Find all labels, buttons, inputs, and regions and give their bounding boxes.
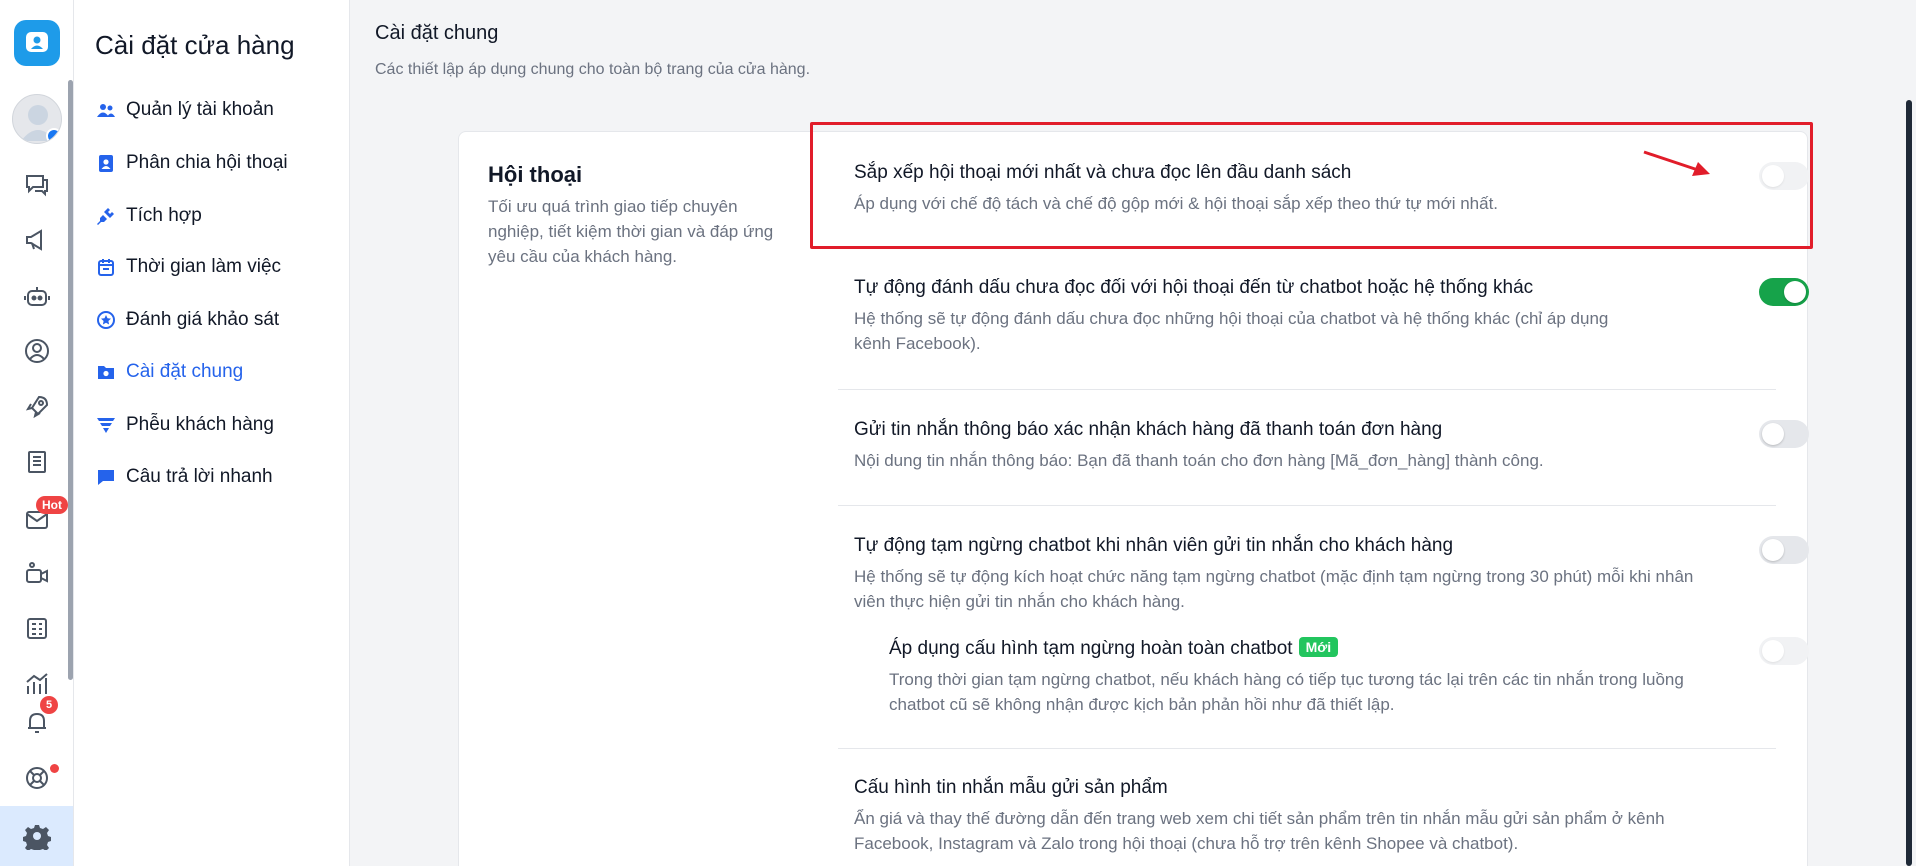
page-title: Cài đặt chung: [375, 22, 499, 44]
plug-icon: [95, 205, 117, 227]
setting-description: Hệ thống sẽ tự động đánh dấu chưa đọc nh…: [854, 309, 1609, 353]
page-scrollbar[interactable]: [1906, 100, 1912, 866]
section-intro: Hội thoại Tối ưu quá trình giao tiếp chu…: [488, 162, 808, 269]
toggle-auto-mark-unread[interactable]: [1759, 278, 1809, 306]
app-logo-icon[interactable]: [14, 20, 60, 66]
notification-count-badge: 5: [40, 696, 58, 714]
toggle-full-pause-chatbot[interactable]: [1759, 637, 1809, 665]
page-subtitle: Các thiết lập áp dụng chung cho toàn bộ …: [375, 61, 811, 78]
user-circle-icon[interactable]: [19, 333, 55, 369]
rocket-icon[interactable]: [19, 389, 55, 425]
setting-auto-pause-chatbot: Tự động tạm ngừng chatbot khi nhân viên …: [854, 535, 1774, 614]
sidebar-item-conversation-assignment[interactable]: Phân chia hội thoại: [95, 148, 288, 178]
sidebar-item-label: Câu trả lời nhanh: [126, 466, 273, 487]
toggle-auto-pause-chatbot[interactable]: [1759, 536, 1809, 564]
megaphone-icon[interactable]: [19, 222, 55, 258]
setting-full-pause-chatbot: Áp dụng cấu hình tạm ngừng hoàn toàn cha…: [889, 637, 1769, 717]
hot-badge: Hot: [36, 496, 68, 514]
chat-icon[interactable]: [19, 167, 55, 203]
facebook-icon: [46, 128, 61, 143]
sidebar-item-working-hours[interactable]: Thời gian làm việc: [95, 252, 281, 282]
highlight-box: [810, 122, 1813, 249]
setting-auto-mark-unread: Tự động đánh dấu chưa đọc đối với hội th…: [854, 277, 1774, 356]
sidebar-item-survey-rating[interactable]: Đánh giá khảo sát: [95, 305, 279, 335]
rail-scrollbar[interactable]: [68, 80, 73, 680]
settings-folder-icon: [95, 361, 117, 383]
calendar-icon: [95, 256, 117, 278]
divider: [838, 748, 1776, 749]
sidebar-item-quick-replies[interactable]: Câu trả lời nhanh: [95, 462, 273, 492]
setting-title: Tự động tạm ngừng chatbot khi nhân viên …: [854, 535, 1454, 556]
sidebar-item-label: Phân chia hội thoại: [126, 152, 288, 173]
sidebar-title: Cài đặt cửa hàng: [95, 30, 295, 60]
divider: [838, 389, 1776, 390]
sidebar-item-account-management[interactable]: Quản lý tài khoản: [95, 95, 274, 125]
gear-icon[interactable]: [19, 818, 55, 854]
sidebar-item-label: Đánh giá khảo sát: [126, 309, 280, 330]
divider: [838, 505, 1776, 506]
video-call-icon[interactable]: [19, 555, 55, 591]
red-arrow-icon: [1643, 150, 1710, 176]
invoice-icon[interactable]: [19, 610, 55, 646]
chat-bubble-icon: [95, 466, 117, 488]
sidebar-item-label: Thời gian làm việc: [126, 256, 282, 277]
setting-title: Áp dụng cấu hình tạm ngừng hoàn toàn cha…: [889, 637, 1769, 660]
setting-payment-confirmation: Gửi tin nhắn thông báo xác nhận khách hà…: [854, 419, 1774, 473]
setting-title: Gửi tin nhắn thông báo xác nhận khách hà…: [854, 419, 1443, 440]
settings-sidebar: Cài đặt cửa hàng Quản lý tài khoản Phân …: [74, 0, 350, 866]
setting-description: Ẩn giá và thay thế đường dẫn đến trang w…: [854, 809, 1665, 853]
new-badge: Mới: [1298, 637, 1339, 657]
setting-description: Hệ thống sẽ tự động kích hoạt chức năng …: [854, 567, 1694, 611]
support-alert-dot: [50, 764, 59, 773]
funnel-icon: [95, 414, 117, 436]
icon-rail: Hot 5: [0, 0, 74, 866]
setting-description: Trong thời gian tạm ngừng chatbot, nếu k…: [889, 670, 1684, 714]
sidebar-item-label: Tích hợp: [126, 205, 202, 226]
document-list-icon[interactable]: [19, 444, 55, 480]
setting-title: Cấu hình tin nhắn mẫu gửi sản phẩm: [854, 777, 1168, 798]
sidebar-item-label: Quản lý tài khoản: [126, 99, 274, 120]
toggle-payment-confirmation[interactable]: [1759, 420, 1809, 448]
users-icon: [95, 99, 117, 121]
setting-product-template: Cấu hình tin nhắn mẫu gửi sản phẩm Ẩn gi…: [854, 777, 1774, 856]
setting-description: Nội dung tin nhắn thông báo: Bạn đã than…: [854, 451, 1544, 470]
robot-icon[interactable]: [19, 278, 55, 314]
sidebar-item-customer-funnel[interactable]: Phễu khách hàng: [95, 410, 274, 440]
section-description: Tối ưu quá trình giao tiếp chuyên nghiệp…: [488, 197, 774, 266]
contact-card-icon: [95, 152, 117, 174]
sidebar-item-general-settings[interactable]: Cài đặt chung: [95, 357, 243, 387]
section-title: Hội thoại: [488, 162, 583, 187]
sidebar-item-integration[interactable]: Tích hợp: [95, 201, 202, 231]
sidebar-item-label: Phễu khách hàng: [126, 414, 274, 435]
star-badge-icon: [95, 309, 117, 331]
avatar[interactable]: [12, 94, 62, 144]
sidebar-item-label: Cài đặt chung: [126, 361, 244, 382]
setting-title: Tự động đánh dấu chưa đọc đối với hội th…: [854, 277, 1534, 298]
